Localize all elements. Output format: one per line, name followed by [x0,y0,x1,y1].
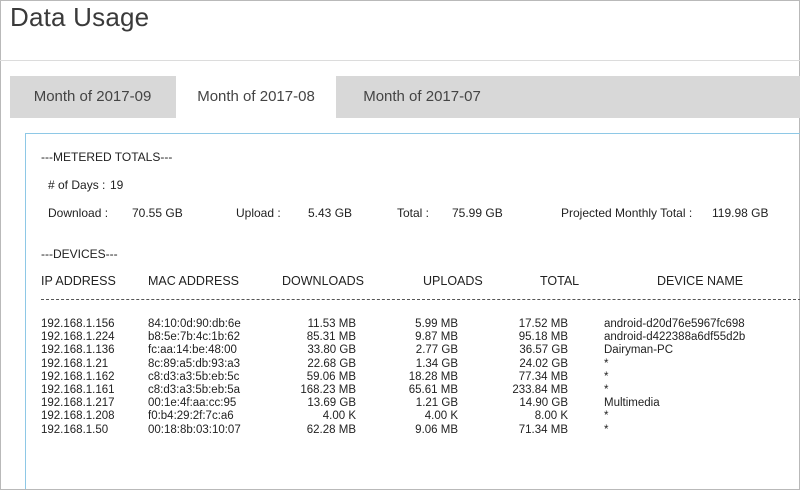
cell-device-name: * [604,410,609,423]
total-label: Total : [397,206,430,220]
cell-downloads: 13.69 GB [307,397,356,410]
cell-device-name: * [604,357,609,370]
table-row: 192.168.1.21 8c:89:a5:db:93:a3 22.68 GB … [26,358,800,371]
tab-month-2017-08[interactable]: Month of 2017-08 [176,76,336,120]
table-row: 192.168.1.224 b8:5e:7b:4c:1b:62 85.31 MB… [26,331,800,344]
table-row: 192.168.1.161 c8:d3:a3:5b:eb:5a 168.23 M… [26,384,800,397]
cell-ip: 192.168.1.136 [41,344,115,357]
table-row: 192.168.1.50 00:18:8b:03:10:07 62.28 MB … [26,424,800,437]
header-divider [41,299,800,300]
cell-uploads: 9.06 MB [415,423,458,436]
cell-mac: b8:5e:7b:4c:1b:62 [148,331,241,344]
cell-total: 77.34 MB [518,370,568,383]
cell-total: 17.52 MB [518,318,568,330]
cell-downloads: 85.31 MB [306,331,356,344]
cell-downloads: 22.68 GB [307,357,356,370]
days-label: # of Days : [48,178,106,192]
cell-total: 24.02 GB [519,357,568,370]
table-row: 192.168.1.156 84:10:0d:90:db:6e 11.53 MB… [26,318,800,331]
total-value: 75.99 GB [452,206,503,220]
cell-uploads: 5.99 MB [415,318,458,330]
projected-value: 119.98 GB [712,206,769,220]
cell-ip: 192.168.1.21 [41,357,109,370]
cell-mac: fc:aa:14:be:48:00 [148,344,237,357]
cell-mac: 84:10:0d:90:db:6e [148,318,241,330]
cell-mac: 00:1e:4f:aa:cc:95 [148,397,237,410]
cell-mac: 00:18:8b:03:10:07 [148,423,241,436]
cell-ip: 192.168.1.161 [41,383,115,396]
cell-uploads: 1.21 GB [415,397,458,410]
cell-total: 233.84 MB [512,383,568,396]
upload-value: 5.43 GB [308,206,353,220]
cell-uploads: 2.77 GB [415,344,458,357]
tab-month-2017-07[interactable]: Month of 2017-07 [337,76,507,118]
table-row: 192.168.1.208 f0:b4:29:2f:7c:a6 4.00 K 4… [26,410,800,423]
table-row: 192.168.1.136 fc:aa:14:be:48:00 33.80 GB… [26,344,800,357]
col-header-downloads: DOWNLOADS [282,274,364,288]
cell-device-name: * [604,370,609,383]
cell-ip: 192.168.1.208 [41,410,115,423]
cell-downloads: 62.28 MB [306,423,356,436]
table-row: 192.168.1.217 00:1e:4f:aa:cc:95 13.69 GB… [26,397,800,410]
cell-ip: 192.168.1.50 [41,423,109,436]
cell-total: 95.18 MB [518,331,568,344]
cell-downloads: 33.80 GB [307,344,356,357]
cell-uploads: 4.00 K [424,410,458,423]
cell-device-name: * [604,383,609,396]
days-value: 19 [110,178,124,192]
cell-device-name: * [604,423,609,436]
cell-downloads: 11.53 MB [307,318,356,330]
cell-ip: 192.168.1.217 [41,397,115,410]
download-value: 70.55 GB [132,206,183,220]
devices-heading: ---DEVICES--- [41,247,118,261]
cell-device-name: Dairyman-PC [604,344,674,357]
cell-mac: f0:b4:29:2f:7c:a6 [148,410,234,423]
cell-ip: 192.168.1.156 [41,318,115,330]
cell-uploads: 18.28 MB [408,370,458,383]
col-header-ip: IP ADDRESS [41,274,116,288]
col-header-uploads: UPLOADS [423,274,483,288]
cell-mac: c8:d3:a3:5b:eb:5c [148,370,240,383]
cell-downloads: 4.00 K [322,410,356,423]
device-table: 192.168.1.156 84:10:0d:90:db:6e 11.53 MB… [26,318,800,437]
projected-label: Projected Monthly Total : [561,206,693,220]
cell-mac: 8c:89:a5:db:93:a3 [148,357,241,370]
col-header-device-name: DEVICE NAME [657,274,744,288]
cell-uploads: 65.61 MB [408,383,458,396]
cell-total: 36.57 GB [519,344,568,357]
col-header-mac: MAC ADDRESS [148,274,239,288]
cell-uploads: 1.34 GB [415,357,458,370]
cell-device-name: android-d422388a6df55d2b [604,331,746,344]
title-divider [0,60,800,61]
cell-device-name: Multimedia [604,397,660,410]
col-header-total: TOTAL [540,274,580,288]
cell-downloads: 168.23 MB [300,383,356,396]
cell-total: 71.34 MB [518,423,568,436]
usage-panel: ---METERED TOTALS--- # of Days : 19 Down… [25,133,800,489]
cell-uploads: 9.87 MB [415,331,458,344]
upload-label: Upload : [236,206,281,220]
table-row: 192.168.1.162 c8:d3:a3:5b:eb:5c 59.06 MB… [26,371,800,384]
page-title: Data Usage [10,2,150,32]
cell-ip: 192.168.1.224 [41,331,115,344]
metered-totals-heading: ---METERED TOTALS--- [41,150,173,164]
month-tabs: Month of 2017-09 Month of 2017-08 Month … [10,76,800,120]
cell-device-name: android-d20d76e5967fc698 [604,318,745,330]
cell-total: 8.00 K [534,410,568,423]
cell-ip: 192.168.1.162 [41,370,115,383]
tab-month-2017-09[interactable]: Month of 2017-09 [10,76,175,118]
cell-total: 14.90 GB [519,397,568,410]
cell-downloads: 59.06 MB [306,370,356,383]
download-label: Download : [48,206,109,220]
cell-mac: c8:d3:a3:5b:eb:5a [148,383,241,396]
